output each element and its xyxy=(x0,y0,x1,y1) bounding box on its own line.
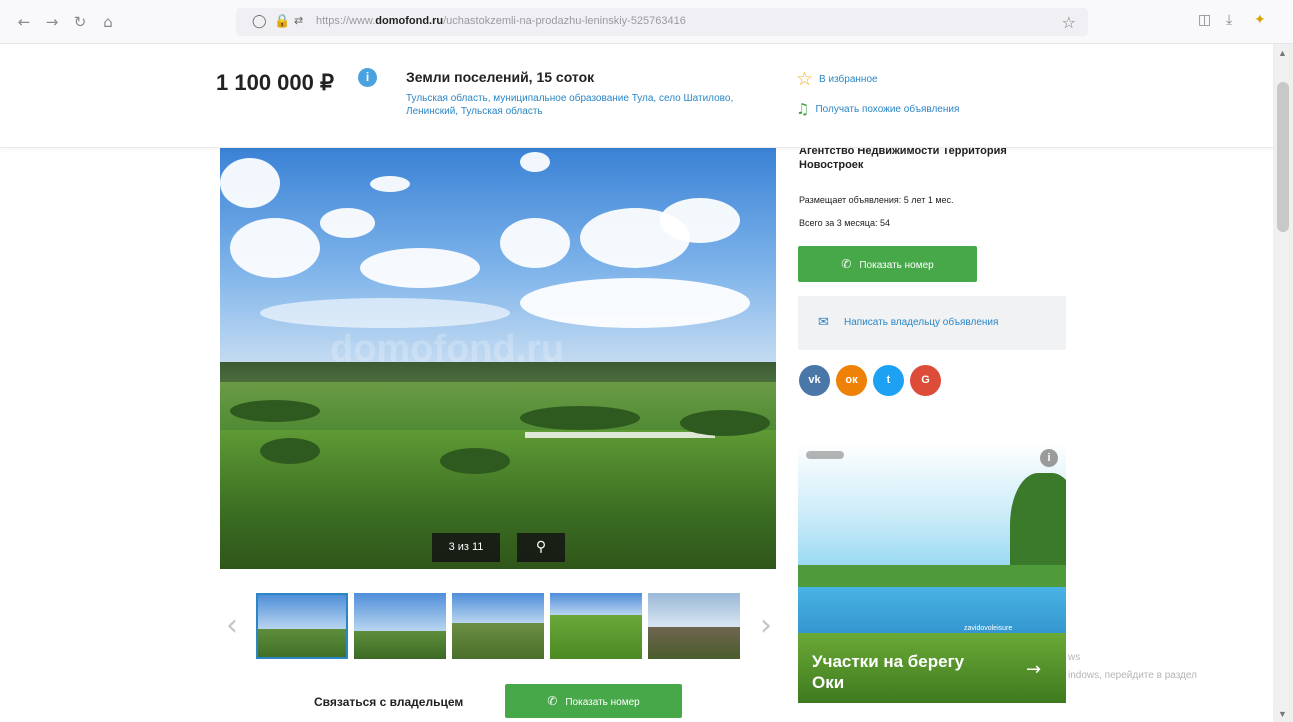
thumbnail-strip: ‹ › xyxy=(220,590,776,662)
home-icon[interactable]: ⌂ xyxy=(98,12,118,32)
photo-counter: 3 из 11 xyxy=(432,533,500,562)
thumbnail[interactable] xyxy=(452,593,544,659)
shield-icon[interactable]: ◯ xyxy=(252,14,267,29)
share-google-icon[interactable]: G xyxy=(910,365,941,396)
downloads-icon[interactable]: ⤓ xyxy=(1226,12,1232,28)
share-twitter-icon[interactable]: t xyxy=(873,365,904,396)
contact-owner-label: Связаться с владельцем xyxy=(314,695,464,709)
listing-price: 1 100 000 ₽ xyxy=(216,70,334,95)
ad-brand: zavidovoleisure xyxy=(964,625,1013,632)
subscribe-similar[interactable]: ♫ Получать похожие объявления xyxy=(796,100,959,120)
thumbnail[interactable] xyxy=(550,593,642,659)
agency-name[interactable]: Агентство Недвижимости Территория Новост… xyxy=(799,144,1069,172)
show-phone-button-bottom[interactable]: ✆ Показать номер xyxy=(505,684,682,718)
zoom-icon[interactable]: ⚲ xyxy=(517,533,565,562)
add-to-favorites[interactable]: ☆ В избранное xyxy=(796,68,878,90)
advertisement[interactable]: i zavidovoleisure Участки на берегу Оки … xyxy=(798,443,1066,703)
listings-last-3-months: Всего за 3 месяца: 54 xyxy=(799,218,890,228)
scroll-down-icon[interactable]: ▼ xyxy=(1278,709,1287,719)
show-phone-button[interactable]: ✆ Показать номер xyxy=(798,246,977,282)
address-bar[interactable]: ◯ 🔒 ⇄ https://www.domofond.ru/uchastokze… xyxy=(236,8,1088,36)
ad-label xyxy=(806,451,844,459)
phone-icon: ✆ xyxy=(841,257,852,271)
reload-icon[interactable]: ↻ xyxy=(70,12,90,32)
share-ok-icon[interactable]: ок xyxy=(836,365,867,396)
posting-since: Размещает объявления: 5 лет 1 мес. xyxy=(799,195,954,205)
listing-address[interactable]: Тульская область, муниципальное образова… xyxy=(406,92,736,118)
back-icon[interactable]: ← xyxy=(14,12,34,32)
extensions-icon[interactable]: ✦ xyxy=(1254,12,1266,28)
pocket-icon[interactable]: ◫ xyxy=(1198,12,1211,28)
windows-activation-line2: indows, перейдите в раздел xyxy=(1068,670,1197,681)
ad-caption: Участки на берегу Оки xyxy=(812,652,965,692)
forward-icon[interactable]: → xyxy=(42,12,62,32)
thumbnail[interactable] xyxy=(354,593,446,659)
phone-icon: ✆ xyxy=(547,694,558,708)
star-icon: ☆ xyxy=(796,68,814,90)
ad-info-icon[interactable]: i xyxy=(1040,449,1058,467)
browser-toolbar: ← → ↻ ⌂ ◯ 🔒 ⇄ https://www.domofond.ru/uc… xyxy=(0,0,1293,44)
permissions-icon[interactable]: ⇄ xyxy=(294,14,303,27)
price-info-icon[interactable]: i xyxy=(358,68,377,87)
thumbnail[interactable] xyxy=(256,593,348,659)
share-vk-icon[interactable]: vk xyxy=(799,365,830,396)
thumbnail[interactable] xyxy=(648,593,740,659)
bell-icon: ♫ xyxy=(796,100,810,118)
page-scrollbar[interactable]: ▲ ▼ xyxy=(1273,44,1293,722)
lock-icon[interactable]: 🔒 xyxy=(274,14,290,29)
scroll-up-icon[interactable]: ▲ xyxy=(1278,48,1287,58)
arrow-right-icon[interactable]: → xyxy=(1026,659,1041,680)
url-text[interactable]: https://www.domofond.ru/uchastokzemli-na… xyxy=(316,15,1006,27)
windows-activation-line1: ws xyxy=(1068,652,1081,663)
photo-watermark: domofond.ru xyxy=(330,328,565,370)
envelope-icon: ✉ xyxy=(818,315,829,330)
thumbnails-prev-icon[interactable]: ‹ xyxy=(226,608,238,643)
write-owner-button[interactable]: ✉ Написать владельцу объявления xyxy=(798,296,1066,350)
bookmark-star-icon[interactable]: ☆ xyxy=(1062,13,1076,32)
listing-sticky-header: 1 100 000 ₽ i Земли поселений, 15 соток … xyxy=(0,44,1273,148)
main-photo[interactable]: domofond.ru 3 из 11 ⚲ xyxy=(220,148,776,569)
scroll-thumb[interactable] xyxy=(1277,82,1289,232)
thumbnails-next-icon[interactable]: › xyxy=(760,608,772,643)
listing-title: Земли поселений, 15 соток xyxy=(406,69,595,85)
